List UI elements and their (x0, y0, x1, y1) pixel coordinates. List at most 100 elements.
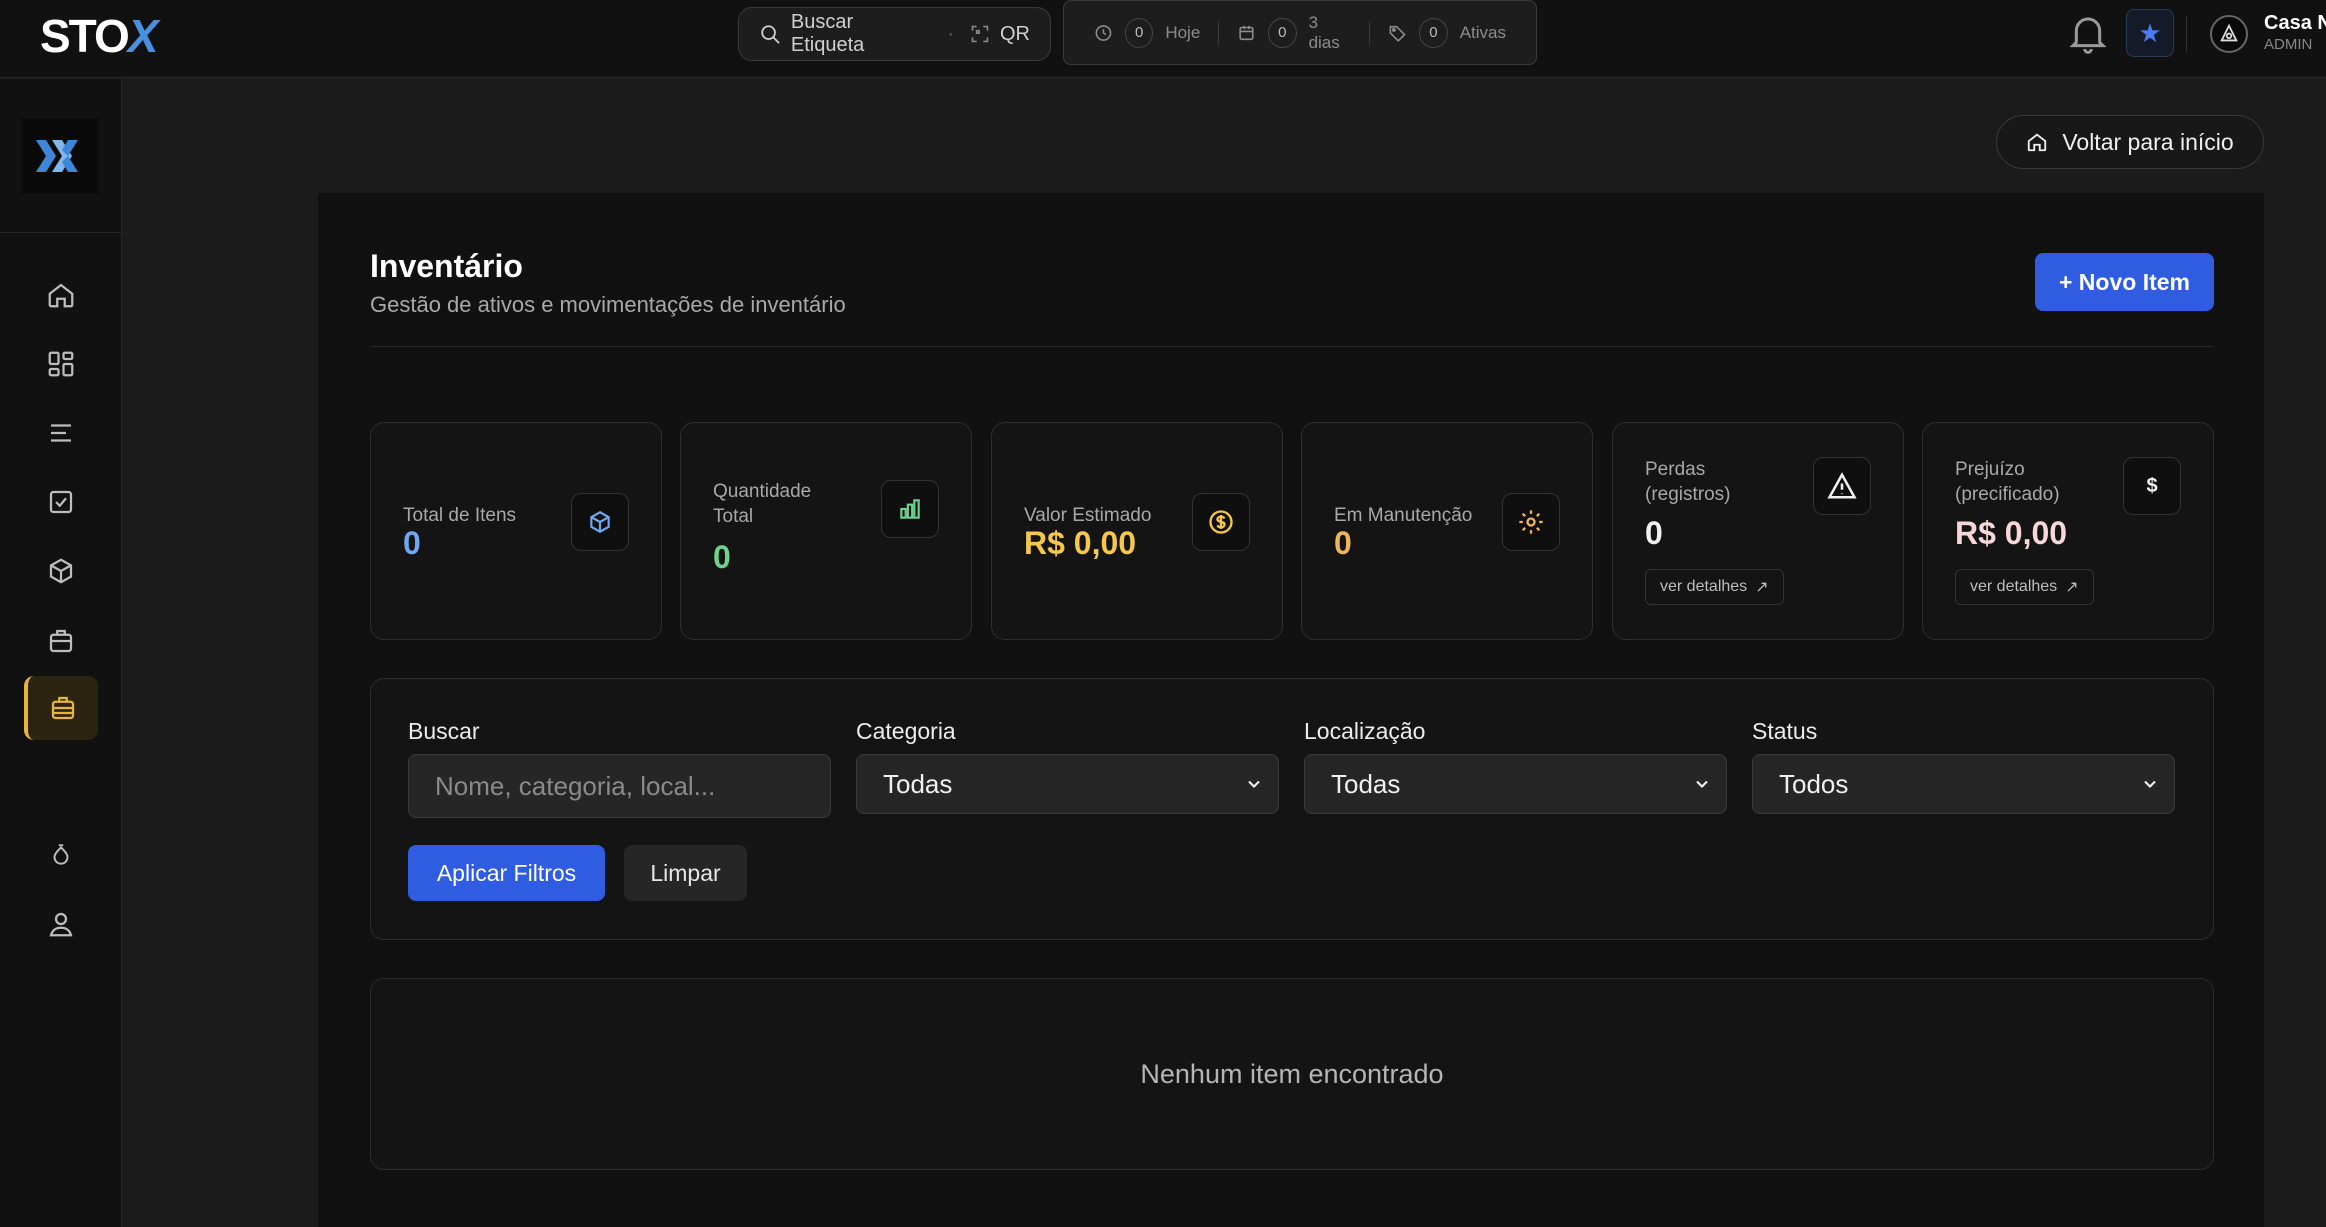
category-value: Todas (883, 768, 953, 799)
card-value: 0 (403, 525, 421, 561)
sidebar-item-tasks[interactable] (24, 472, 98, 532)
arrow-up-right-icon: ↗ (2065, 579, 2079, 596)
details-label: ver detalhes (1970, 578, 2058, 595)
tag-icon (1389, 25, 1407, 42)
losses-details-button[interactable]: ver detalhes ↗ (1645, 569, 1784, 605)
active-count: 0 (1419, 17, 1448, 48)
app-logo[interactable]: STO X (40, 6, 159, 66)
stat-card-total-quantity: Quantidade Total 0 (680, 422, 972, 640)
card-label: Prejuízo (precificado) (1955, 459, 2060, 505)
warning-icon (1813, 457, 1871, 515)
qr-scan-icon (971, 25, 989, 43)
location-value: Todas (1331, 768, 1401, 799)
stat-card-maintenance: Em Manutenção 0 (1301, 422, 1593, 640)
empty-state-text: Nenhum item encontrado (1140, 1058, 1444, 1089)
search-icon (761, 25, 780, 44)
card-label: Total de Itens (403, 505, 517, 526)
card-value: R$ 0,00 (1955, 515, 2068, 551)
three-days-count: 0 (1268, 17, 1297, 48)
list-icon (51, 424, 71, 442)
active-label: Ativas (1459, 22, 1506, 42)
location-select[interactable]: Todas (1304, 754, 1727, 814)
sidebar-item-home[interactable] (24, 265, 98, 325)
chevron-down-icon (2144, 780, 2156, 788)
today-count: 0 (1124, 17, 1154, 48)
back-home-button[interactable]: Voltar para início (1996, 115, 2264, 169)
home-icon (2028, 133, 2047, 152)
user-role: ADMIN (2264, 36, 2313, 53)
search-label: Buscar Etiqueta (790, 11, 865, 56)
loss-details-button[interactable]: ver detalhes ↗ (1955, 569, 2094, 605)
status-select[interactable]: Todos (1752, 754, 2175, 814)
stat-card-priced-loss: Prejuízo (precificado) R$ 0,00 $ ver det… (1922, 422, 2214, 640)
card-value: 0 (1645, 515, 1663, 551)
drop-icon (53, 844, 69, 865)
card-value: R$ 0,00 (1024, 525, 1137, 561)
page-title: Inventário (370, 248, 523, 284)
divider (2186, 16, 2187, 52)
chevron-down-icon (1248, 780, 1260, 788)
gear-icon (1502, 493, 1560, 551)
sidebar (0, 79, 122, 1227)
sidebar-item-drop[interactable] (24, 825, 98, 885)
clock-icon (1095, 24, 1112, 41)
briefcase-icon (49, 629, 73, 653)
clear-filters-button[interactable]: Limpar (624, 845, 747, 901)
avatar[interactable] (2210, 15, 2248, 53)
cube-icon (571, 493, 629, 551)
dollar-coin-icon (1192, 493, 1250, 551)
dollar-icon: $ (2123, 457, 2181, 515)
separator-dot: · (947, 22, 955, 45)
sidebar-item-inventory[interactable] (24, 676, 98, 740)
card-label: Perdas (registros) (1645, 459, 1731, 505)
status-value: Todos (1779, 768, 1849, 799)
alerts-summary[interactable]: 0 Hoje 0 3 dias 0 Ativas (1063, 0, 1537, 65)
tag-search-button[interactable]: Buscar Etiqueta · QR (738, 7, 1051, 61)
dashboard-icon (48, 351, 74, 377)
sidebar-item-list[interactable] (24, 403, 98, 463)
stat-card-losses: Perdas (registros) 0 ver detalhes ↗ (1612, 422, 1904, 640)
category-label: Categoria (856, 718, 956, 744)
divider (1218, 20, 1220, 45)
favorites-button[interactable]: ★ (2126, 9, 2174, 57)
sidebar-item-products[interactable] (24, 541, 98, 601)
back-home-label: Voltar para início (2062, 128, 2234, 155)
top-bar: STO X Buscar Etiqueta · QR 0 Hoje 0 3 dia… (0, 0, 2326, 78)
new-item-button[interactable]: + Novo Item (2035, 253, 2214, 311)
card-value: 0 (1334, 525, 1352, 561)
logo-text: STO (40, 10, 130, 62)
sidebar-item-assets[interactable] (24, 611, 98, 671)
bell-icon[interactable] (2068, 12, 2108, 56)
today-label: Hoje (1165, 22, 1201, 42)
chevron-down-icon (1696, 780, 1708, 788)
stat-card-total-items: Total de Itens 0 (370, 422, 662, 640)
sidebar-item-dashboard[interactable] (24, 334, 98, 394)
sidebar-logo[interactable] (22, 119, 98, 193)
user-name[interactable]: Casa N (2264, 12, 2326, 35)
search-label: Buscar (408, 718, 480, 744)
stat-card-estimated-value: Valor Estimado R$ 0,00 (991, 422, 1283, 640)
inventory-icon (51, 696, 75, 720)
category-select[interactable]: Todas (856, 754, 1279, 814)
calendar-icon (1239, 25, 1254, 40)
home-icon (48, 283, 74, 308)
bar-chart-icon (881, 480, 939, 538)
location-label: Localização (1304, 718, 1426, 744)
box-icon (49, 558, 73, 584)
details-label: ver detalhes (1660, 578, 1748, 595)
page-subtitle: Gestão de ativos e movimentações de inve… (370, 292, 846, 317)
user-icon (49, 912, 73, 937)
sidebar-item-profile[interactable] (24, 894, 98, 954)
three-days-label: 3 dias (1308, 12, 1340, 52)
logo-text-accent: X (127, 10, 159, 62)
checklist-icon (49, 490, 73, 514)
apply-filters-button[interactable]: Aplicar Filtros (408, 845, 605, 901)
search-input[interactable] (408, 754, 831, 818)
arrow-up-right-icon: ↗ (1755, 579, 1769, 596)
card-label: Quantidade Total (713, 481, 812, 527)
header-divider (370, 346, 2214, 347)
card-value: 0 (713, 539, 731, 575)
avatar-logo-icon (2220, 23, 2238, 42)
stox-x-logo-icon (36, 140, 78, 172)
divider (1369, 20, 1371, 45)
